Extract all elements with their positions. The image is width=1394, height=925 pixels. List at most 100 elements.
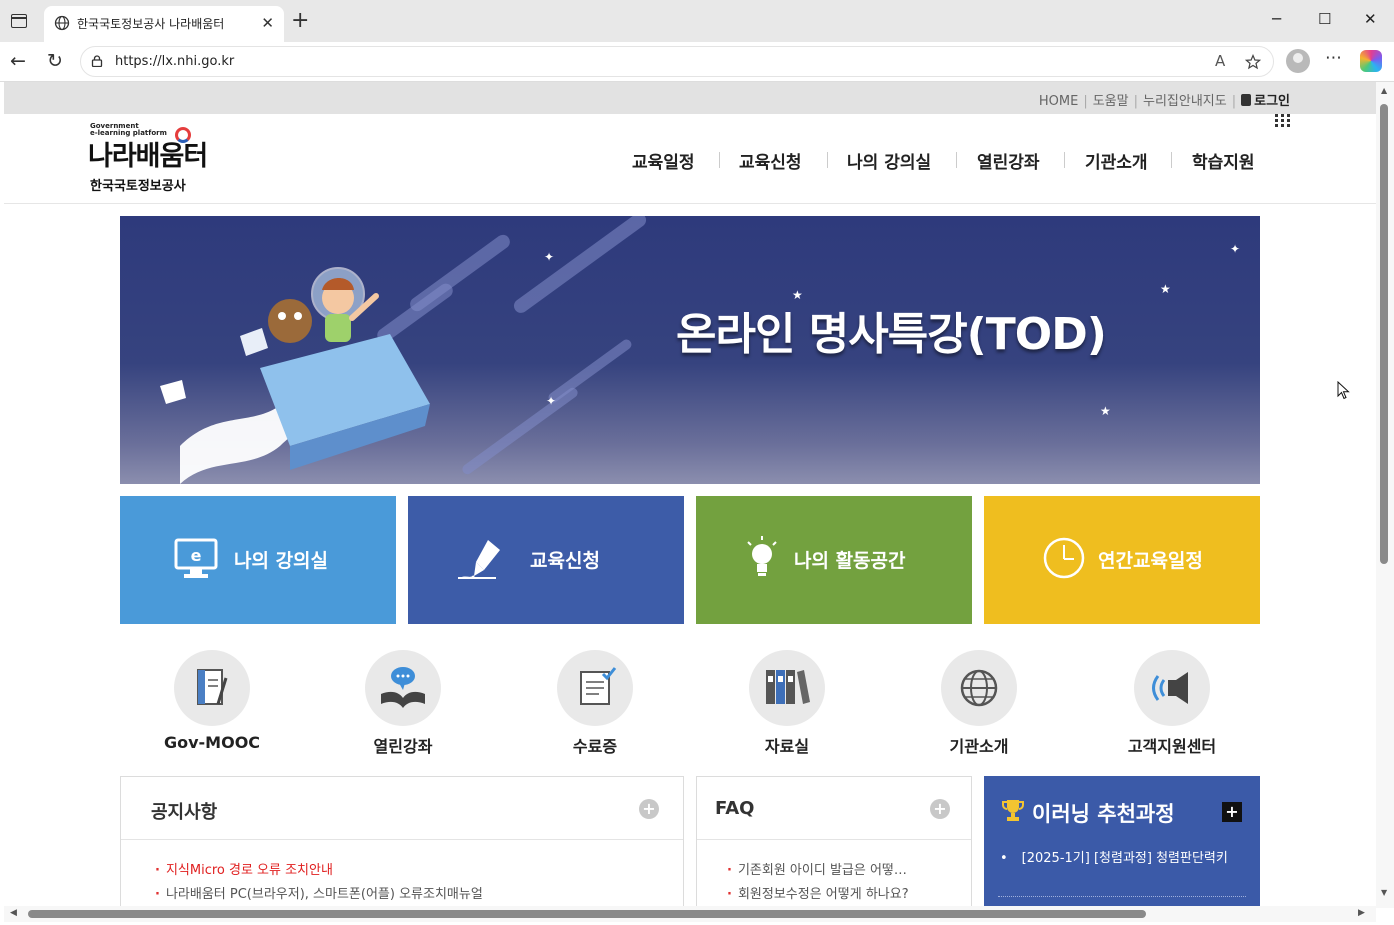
scroll-left-icon[interactable]: ◀ (10, 908, 17, 918)
tile-label: 교육신청 (530, 550, 600, 572)
browser-tab[interactable]: 한국국토정보공사 나라배움터 ✕ (44, 6, 284, 42)
nav-about[interactable]: 기관소개 (1085, 148, 1148, 173)
tile-label: 나의 활동공간 (794, 550, 906, 572)
notice-item[interactable]: 나라배움터 PC(브라우저), 스마트폰(어플) 오류조치매뉴얼 (155, 883, 483, 902)
open-lectures-button[interactable] (365, 650, 441, 726)
monitor-icon: e (174, 538, 218, 578)
star-icon: ★ (1160, 282, 1171, 296)
horizontal-scroll-thumb[interactable] (28, 910, 1146, 918)
minimize-button[interactable]: ─ (1272, 10, 1281, 28)
notice-more-button[interactable]: + (639, 799, 659, 819)
address-bar[interactable]: https://lx.nhi.go.kr A (80, 46, 1274, 77)
banner-streak (460, 385, 580, 477)
utility-bar: HOME | 도움말 | 누리집안내지도 | 로그인 (4, 82, 1376, 114)
scroll-up-icon[interactable]: ▲ (1381, 86, 1387, 95)
globe-icon (960, 669, 998, 707)
divider: | (1133, 94, 1138, 109)
maximize-button[interactable]: ☐ (1318, 10, 1331, 28)
divider: | (1231, 94, 1237, 109)
divider: | (1083, 94, 1088, 109)
profile-avatar[interactable] (1286, 49, 1310, 73)
archive-button[interactable] (749, 650, 825, 726)
organization-name: 한국국토정보공사 (90, 179, 186, 194)
scroll-right-icon[interactable]: ▶ (1358, 908, 1365, 918)
gov-mooc-button[interactable] (174, 650, 250, 726)
banner-illustration (160, 267, 430, 484)
support-center-button[interactable] (1134, 650, 1210, 726)
gov-mooc-label[interactable]: Gov-MOOC (142, 733, 282, 752)
lock-icon[interactable] (91, 55, 103, 67)
nav-my-classroom[interactable]: 나의 강의실 (847, 148, 931, 173)
address-toolbar: ← ↻ https://lx.nhi.go.kr A ⋯ (0, 42, 1394, 82)
browser-tab-strip: 한국국토정보공사 나라배움터 ✕ + ─ ☐ ✕ (0, 0, 1394, 42)
favorite-star-icon[interactable] (1245, 54, 1261, 70)
faq-more-button[interactable]: + (930, 799, 950, 819)
help-link[interactable]: 도움말 (1093, 90, 1129, 109)
tile-education-apply[interactable]: 교육신청 (408, 496, 684, 624)
copilot-icon[interactable] (1360, 50, 1382, 72)
nav-education-schedule[interactable]: 교육일정 (632, 148, 695, 173)
home-link[interactable]: HOME (1039, 94, 1078, 109)
refresh-button[interactable]: ↻ (47, 50, 63, 72)
horizontal-scrollbar[interactable]: ◀ ▶ (4, 906, 1376, 922)
faq-board: FAQ + 기존회원 아이디 발급은 어떻… 회원정보수정은 어떻게 하나요? (696, 776, 972, 908)
globe-icon (54, 15, 70, 31)
pen-icon (458, 540, 500, 579)
nav-divider (956, 152, 957, 168)
star-icon: ✦ (546, 394, 557, 408)
browser-menu-icon[interactable]: ⋯ (1325, 48, 1343, 68)
new-tab-button[interactable]: + (291, 8, 309, 34)
tile-my-activity[interactable]: 나의 활동공간 (696, 496, 972, 624)
tile-annual-schedule[interactable]: 연간교육일정 (984, 496, 1260, 624)
about-button[interactable] (941, 650, 1017, 726)
recommend-item[interactable]: [2025-1기] [청렴과정] 청렴판단력키 (1000, 847, 1228, 866)
login-link[interactable]: 로그인 (1254, 90, 1290, 109)
star-icon: ★ (1100, 404, 1111, 418)
read-aloud-icon[interactable]: A (1215, 52, 1225, 70)
star-icon: ✦ (1230, 242, 1241, 256)
vertical-scrollbar[interactable]: ▲ ▼ (1376, 82, 1394, 908)
nav-education-apply[interactable]: 교육신청 (739, 148, 802, 173)
recommend-more-button[interactable]: + (1222, 802, 1242, 822)
site-header: Government e-learning platform 나라배움터 한국국… (4, 114, 1376, 204)
bulb-icon (747, 536, 777, 576)
logo-mark-icon (175, 127, 191, 143)
web-page: HOME | 도움말 | 누리집안내지도 | 로그인 Government e-learni… (4, 82, 1376, 908)
faq-item[interactable]: 회원정보수정은 어떻게 하나요? (727, 883, 909, 902)
nav-divider (719, 152, 720, 168)
notice-title: 공지사항 (151, 802, 218, 823)
url-text[interactable]: https://lx.nhi.go.kr (115, 54, 234, 69)
about-label[interactable]: 기관소개 (909, 733, 1049, 757)
certificate-button[interactable] (557, 650, 633, 726)
svg-text:e: e (191, 546, 202, 565)
faq-header: FAQ + (697, 777, 971, 840)
back-button[interactable]: ← (10, 50, 26, 72)
nav-open-lectures[interactable]: 열린강좌 (977, 148, 1040, 173)
tab-close-icon[interactable]: ✕ (261, 14, 274, 32)
scroll-down-icon[interactable]: ▼ (1381, 888, 1387, 897)
vertical-scroll-thumb[interactable] (1380, 104, 1388, 564)
nav-learning-support[interactable]: 학습지원 (1192, 148, 1255, 173)
open-lectures-label[interactable]: 열린강좌 (333, 733, 473, 757)
nav-divider (827, 152, 828, 168)
apps-grid-icon[interactable] (1275, 114, 1291, 128)
tab-actions-icon[interactable] (11, 14, 27, 28)
nav-divider (1064, 152, 1065, 168)
main-banner[interactable]: ✦ ★ ★ ★ ✦ ✦ 온라인 명사특강(TOD) (120, 216, 1260, 484)
tile-my-classroom[interactable]: e 나의 강의실 (120, 496, 396, 624)
speaker-icon (1152, 672, 1188, 704)
certificate-label[interactable]: 수료증 (525, 733, 665, 757)
tab-title: 한국국토정보공사 나라배움터 (77, 17, 225, 31)
padlock-icon (1241, 94, 1252, 106)
close-window-button[interactable]: ✕ (1364, 10, 1377, 28)
notebook-icon (197, 669, 228, 705)
support-center-label[interactable]: 고객지원센터 (1102, 733, 1242, 757)
nav-divider (1171, 152, 1172, 168)
banner-title: 온라인 명사특강(TOD) (676, 309, 1107, 360)
archive-label[interactable]: 자료실 (717, 733, 857, 757)
binders-icon (766, 670, 810, 704)
sitemap-link[interactable]: 누리집안내지도 (1143, 90, 1227, 109)
notice-item[interactable]: 지식Micro 경로 오류 조치안내 (155, 859, 333, 878)
faq-item[interactable]: 기존회원 아이디 발급은 어떻… (727, 859, 907, 878)
recommended-courses: 이러닝 추천과정 + [2025-1기] [청렴과정] 청렴판단력키 (984, 776, 1260, 908)
